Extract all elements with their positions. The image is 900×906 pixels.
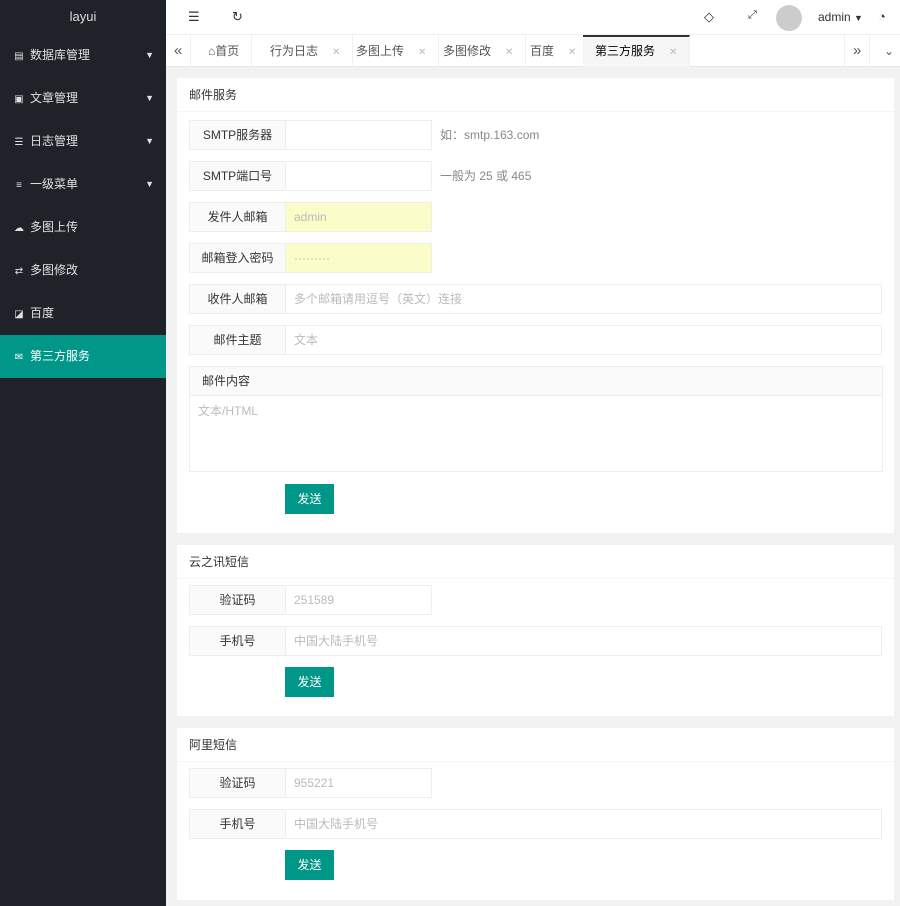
refresh-icon[interactable]: ↻ [232, 9, 243, 25]
fullscreen-icon[interactable]: ⤢ [748, 9, 757, 22]
close-icon[interactable]: ✕ [669, 47, 677, 58]
smtp-server-label: SMTP服务器 [189, 120, 286, 150]
tab-multi-edit[interactable]: 多图修改 ✕ [431, 35, 527, 67]
caret-down-icon: ▼ [145, 50, 154, 60]
smtp-port-label: SMTP端口号 [189, 161, 286, 191]
sidebar-item-label: 百度 [30, 306, 55, 320]
content-textarea[interactable]: 文本/HTML [190, 396, 882, 425]
subject-input[interactable]: 文本 [285, 325, 882, 355]
sidebar-item-label: 数据库管理 [30, 48, 91, 62]
sidebar-item-third-party[interactable]: ✉ 第三方服务 [0, 335, 166, 378]
close-icon[interactable]: ✕ [505, 47, 513, 58]
sidebar-item-articles[interactable]: ▣ 文章管理 ▼ [0, 77, 166, 120]
card-title: 邮件服务 [177, 78, 894, 112]
code-label: 验证码 [189, 585, 286, 615]
sender-label: 发件人邮箱 [189, 202, 286, 232]
tab-label: 多图修改 [443, 44, 492, 58]
tab-label: 首页 [215, 44, 240, 58]
close-icon[interactable]: ✕ [332, 47, 340, 58]
tab-home[interactable]: ⌂首页 [196, 35, 253, 67]
avatar[interactable] [776, 5, 802, 31]
tab-third-party[interactable]: 第三方服务 ✕ [583, 35, 691, 67]
mail-service-card: 邮件服务 SMTP服务器 如：smtp.163.com SMTP端口号 一般为 … [177, 78, 894, 533]
caret-down-icon: ▼ [145, 136, 154, 146]
sidebar-item-label: 日志管理 [30, 134, 79, 148]
sidebar-item-label: 多图上传 [30, 220, 79, 234]
smtp-port-input[interactable] [285, 161, 432, 191]
tabs-scroll-left-icon[interactable]: « [166, 35, 192, 67]
tab-baidu[interactable]: 百度 ✕ [518, 35, 590, 67]
tab-label: 第三方服务 [595, 44, 656, 58]
sidebar-item-label: 文章管理 [30, 91, 79, 105]
tab-label: 多图上传 [356, 44, 405, 58]
smtp-server-hint: 如：smtp.163.com [440, 128, 540, 142]
mail-send-button[interactable]: 发送 [285, 484, 334, 514]
close-icon[interactable]: ✕ [568, 47, 576, 58]
sidebar-item-database[interactable]: ▤ 数据库管理 ▼ [0, 34, 166, 77]
content-label: 邮件内容 [190, 367, 882, 396]
cloud-upload-icon: ☁ [14, 223, 24, 234]
sidebar-item-menu[interactable]: ≡ 一级菜单 ▼ [0, 163, 166, 206]
tab-multi-upload[interactable]: 多图上传 ✕ [344, 35, 440, 67]
sidebar: layui ▤ 数据库管理 ▼ ▣ 文章管理 ▼ ☰ 日志管理 ▼ ≡ 一级菜单 ▼ ☁ 多图上传… [0, 0, 166, 906]
header: ☰ ↻ ◇ ⤢ admin ▼ ◔ [166, 0, 900, 34]
menu-icon: ≡ [16, 180, 22, 191]
user-menu[interactable]: admin ▼ [818, 10, 863, 24]
mail-icon: ✉ [14, 352, 24, 363]
content-field: 邮件内容 文本/HTML [189, 366, 883, 472]
copy-icon: ▣ [14, 94, 24, 105]
tabs-dropdown-icon[interactable]: ⌄ [876, 35, 900, 67]
phone-input[interactable]: 中国大陆手机号 [285, 626, 882, 656]
yunzhixun-send-button[interactable]: 发送 [285, 667, 334, 697]
caret-down-icon: ▼ [145, 93, 154, 103]
code-input[interactable]: 251589 [285, 585, 432, 615]
aliyun-sms-card: 阿里短信 验证码 955221 手机号 中国大陆手机号 发送 [177, 728, 894, 900]
tabs-scroll-right-icon[interactable]: » [844, 35, 871, 67]
password-input[interactable]: ········· [285, 243, 432, 273]
sidebar-item-label: 一级菜单 [30, 177, 79, 191]
recipient-label: 收件人邮箱 [189, 284, 286, 314]
recipient-input[interactable]: 多个邮箱请用逗号（英文）连接 [285, 284, 882, 314]
sidebar-item-label: 多图修改 [30, 263, 79, 277]
fold-menu-icon[interactable]: ☰ [188, 9, 200, 25]
phone-input[interactable]: 中国大陆手机号 [285, 809, 882, 839]
smtp-port-hint: 一般为 25 或 465 [440, 169, 532, 183]
card-title: 云之讯短信 [177, 545, 894, 579]
tab-bar: « ⌂首页 行为日志 ✕ 多图上传 ✕ 多图修改 ✕ 百度 ✕ 第三方服务 ✕ » ⌄ [166, 34, 900, 67]
tab-action-log[interactable]: 行为日志 ✕ [258, 35, 354, 67]
tag-icon[interactable]: ◇ [704, 9, 714, 25]
sidebar-item-label: 第三方服务 [30, 349, 91, 363]
code-input[interactable]: 955221 [285, 768, 432, 798]
aliyun-send-button[interactable]: 发送 [285, 850, 334, 880]
subject-label: 邮件主题 [189, 325, 286, 355]
external-link-icon: ◪ [14, 309, 24, 320]
tab-label: 百度 [530, 44, 555, 58]
caret-down-icon: ▼ [145, 179, 154, 189]
phone-label: 手机号 [189, 809, 286, 839]
username: admin [818, 10, 851, 24]
password-label: 邮箱登入密码 [189, 243, 286, 273]
yunzhixun-sms-card: 云之讯短信 验证码 251589 手机号 中国大陆手机号 发送 [177, 545, 894, 716]
tab-label: 行为日志 [270, 44, 319, 58]
phone-label: 手机号 [189, 626, 286, 656]
smtp-server-input[interactable] [285, 120, 432, 150]
theme-icon[interactable]: ◔ [878, 9, 886, 24]
sidebar-item-multi-edit[interactable]: ⇄ 多图修改 [0, 249, 166, 292]
caret-down-icon: ▼ [854, 13, 863, 23]
sidebar-item-multi-upload[interactable]: ☁ 多图上传 [0, 206, 166, 249]
list-icon: ☰ [14, 137, 24, 148]
card-title: 阿里短信 [177, 728, 894, 762]
sidebar-item-baidu[interactable]: ◪ 百度 [0, 292, 166, 335]
close-icon[interactable]: ✕ [418, 47, 426, 58]
exchange-icon: ⇄ [14, 266, 24, 277]
code-label: 验证码 [189, 768, 286, 798]
logo: layui [69, 9, 97, 24]
database-icon: ▤ [14, 51, 24, 62]
sender-input[interactable]: admin [285, 202, 432, 232]
sidebar-item-logs[interactable]: ☰ 日志管理 ▼ [0, 120, 166, 163]
